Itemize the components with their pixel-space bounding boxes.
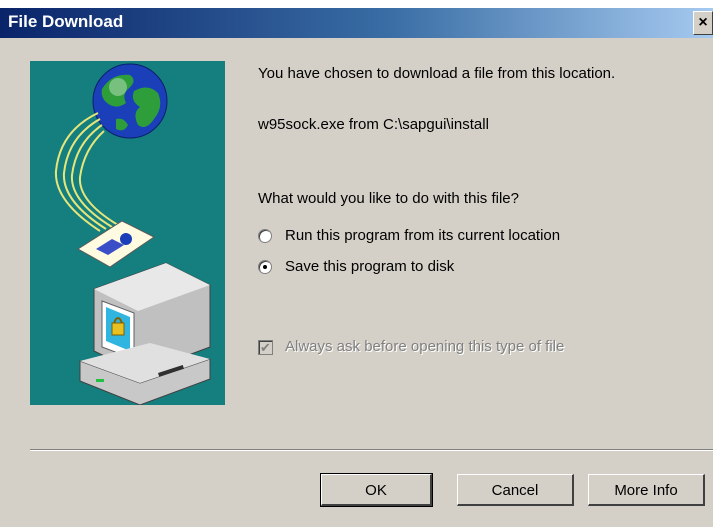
run-option-label[interactable]: Run this program from its current locati… xyxy=(285,227,560,244)
download-illustration xyxy=(30,61,225,405)
file-download-dialog: File Download × You have chosen to downl… xyxy=(0,8,713,527)
ok-button[interactable]: OK xyxy=(320,473,433,507)
question-text: What would you like to do with this file… xyxy=(258,190,519,207)
more-info-button[interactable]: More Info xyxy=(588,474,705,506)
radio-selected-dot xyxy=(263,265,267,269)
close-icon: × xyxy=(698,14,708,31)
globe-icon xyxy=(92,63,168,139)
save-option-label[interactable]: Save this program to disk xyxy=(285,258,454,275)
run-radio[interactable] xyxy=(258,229,272,243)
window-title: File Download xyxy=(8,12,124,31)
always-ask-label: Always ask before opening this type of f… xyxy=(285,338,565,355)
save-radio[interactable] xyxy=(258,260,272,274)
separator-line xyxy=(30,449,713,451)
always-ask-checkbox[interactable]: ✔ xyxy=(258,340,273,355)
computer-lock-icon xyxy=(79,262,211,405)
close-button[interactable]: × xyxy=(693,11,713,35)
globe-computer-graphic xyxy=(54,63,211,405)
title-bar[interactable]: File Download × xyxy=(0,8,713,38)
cancel-button[interactable]: Cancel xyxy=(457,474,574,506)
file-name-text: w95sock.exe from C:\sapgui\install xyxy=(258,116,489,133)
download-location-text: You have chosen to download a file from … xyxy=(258,65,616,82)
document-icon xyxy=(77,220,155,268)
